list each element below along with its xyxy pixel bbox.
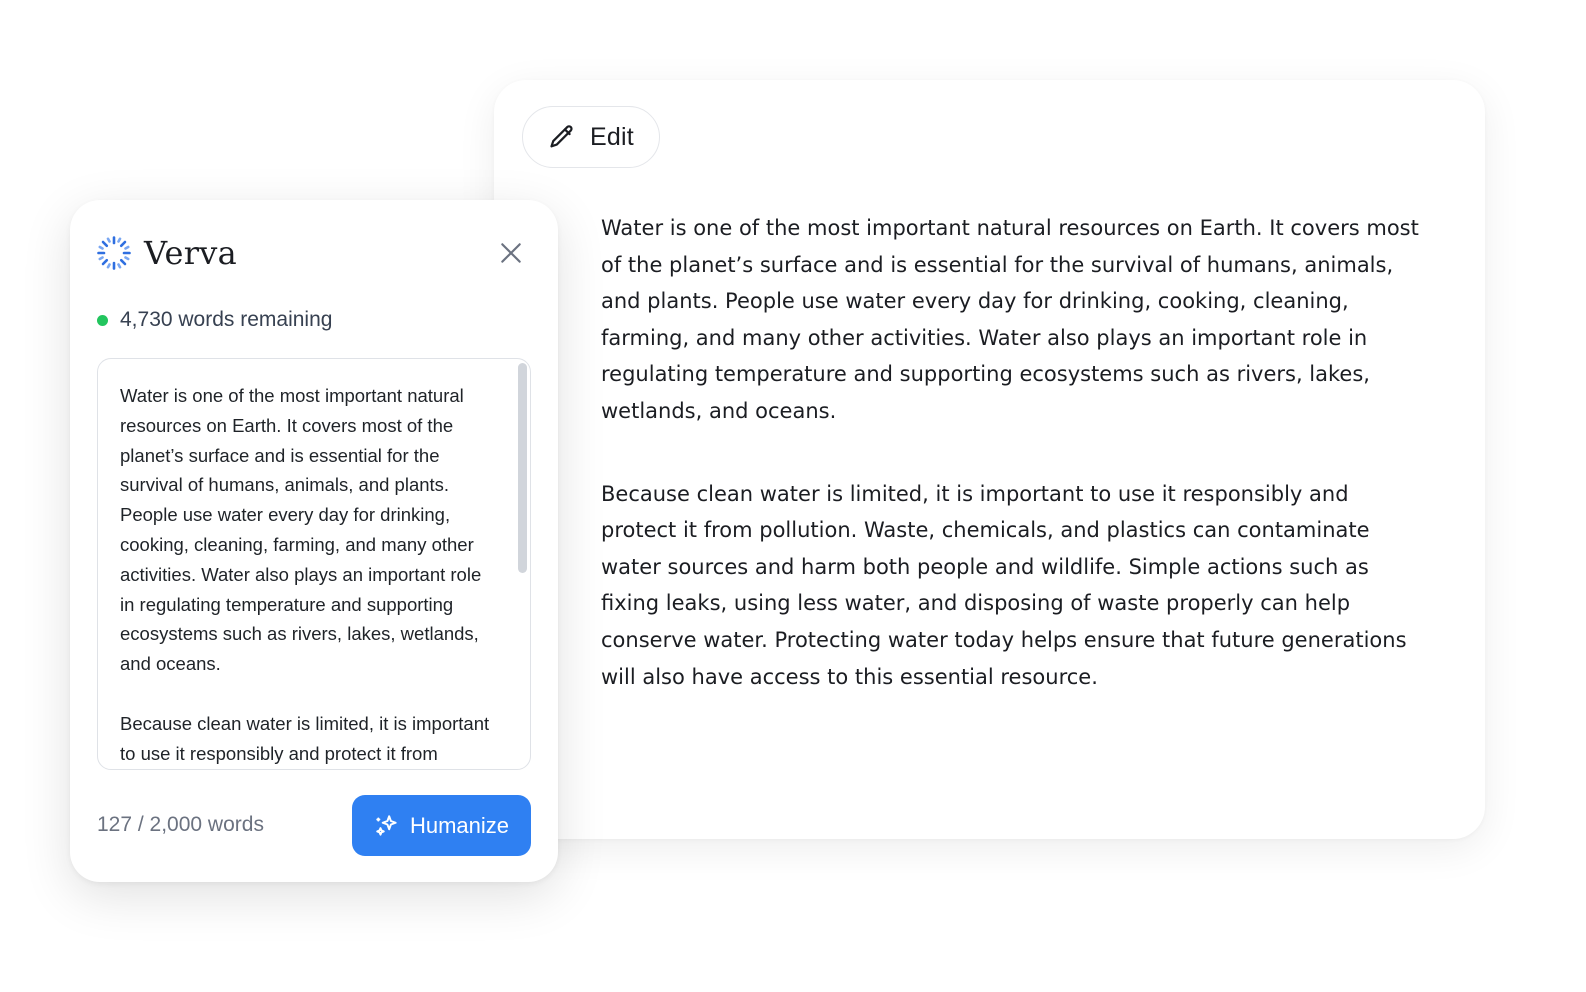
edit-button[interactable]: Edit xyxy=(522,106,660,168)
document-card: Edit Water is one of the most important … xyxy=(494,80,1485,839)
status-dot-icon xyxy=(97,314,108,326)
input-textarea[interactable]: Water is one of the most important natur… xyxy=(97,358,531,770)
scrollbar-thumb[interactable] xyxy=(518,363,527,573)
input-paragraph: Because clean water is limited, it is im… xyxy=(120,712,490,764)
words-remaining-status: 4,730 words remaining xyxy=(97,308,332,332)
document-body: Water is one of the most important natur… xyxy=(601,210,1421,695)
stage: Edit Water is one of the most important … xyxy=(0,0,1586,992)
word-count: 127 / 2,000 words xyxy=(97,813,264,836)
humanize-button[interactable]: Humanize xyxy=(352,795,531,856)
brand-name: Verva xyxy=(144,234,238,272)
close-icon[interactable] xyxy=(498,240,524,266)
humanize-button-label: Humanize xyxy=(409,812,510,838)
dashed-circle-icon xyxy=(96,235,132,271)
input-paragraph: Water is one of the most important natur… xyxy=(120,385,482,675)
panel-header: Verva xyxy=(96,234,237,272)
pencil-icon xyxy=(548,123,576,151)
input-text: Water is one of the most important natur… xyxy=(120,381,495,769)
words-remaining-text: 4,730 words remaining xyxy=(120,308,333,331)
document-paragraph: Because clean water is limited, it is im… xyxy=(601,481,1407,689)
verva-panel: Verva 4,730 words remaining Water is one… xyxy=(70,200,558,882)
sparkle-icon xyxy=(374,813,400,839)
document-paragraph: Water is one of the most important natur… xyxy=(601,216,1419,423)
edit-button-label: Edit xyxy=(590,122,634,151)
